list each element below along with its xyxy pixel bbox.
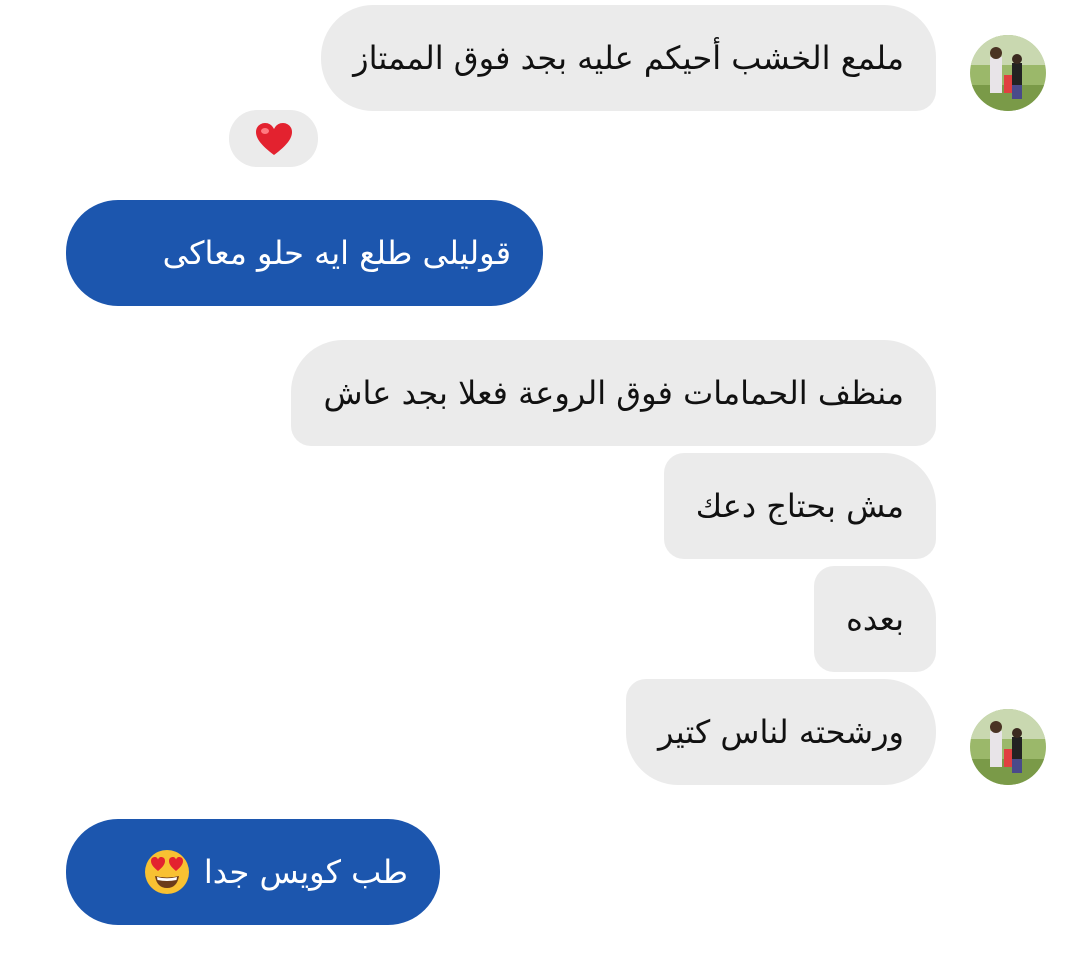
red-heart-icon [255, 122, 292, 155]
message-text: منظف الحمامات فوق الروعة فعلا بجد عاش [323, 374, 904, 412]
message-bubble-incoming[interactable]: بعده [814, 566, 936, 672]
contact-avatar[interactable] [970, 709, 1046, 785]
heart-eyes-emoji-icon [144, 850, 189, 894]
message-text: طب كويس جدا [203, 853, 408, 891]
message-bubble-outgoing[interactable]: طب كويس جدا [66, 819, 440, 925]
message-bubble-incoming[interactable]: ملمع الخشب أحيكم عليه بجد فوق الممتاز [321, 5, 936, 111]
chat-thread: ملمع الخشب أحيكم عليه بجد فوق الممتاز قو… [0, 0, 1080, 956]
message-text: قوليلى طلع ايه حلو معاكى [162, 234, 511, 272]
message-bubble-outgoing[interactable]: قوليلى طلع ايه حلو معاكى [66, 200, 543, 306]
message-reaction[interactable] [229, 110, 318, 167]
message-text: ملمع الخشب أحيكم عليه بجد فوق الممتاز [353, 39, 904, 77]
message-bubble-incoming[interactable]: مش بحتاج دعك [663, 453, 936, 559]
contact-avatar[interactable] [970, 35, 1046, 111]
message-text: بعده [846, 600, 904, 638]
message-bubble-incoming[interactable]: منظف الحمامات فوق الروعة فعلا بجد عاش [291, 340, 936, 446]
message-text: مش بحتاج دعك [695, 487, 904, 525]
message-text: ورشحته لناس كتير [658, 713, 904, 751]
message-bubble-incoming[interactable]: ورشحته لناس كتير [626, 679, 936, 785]
